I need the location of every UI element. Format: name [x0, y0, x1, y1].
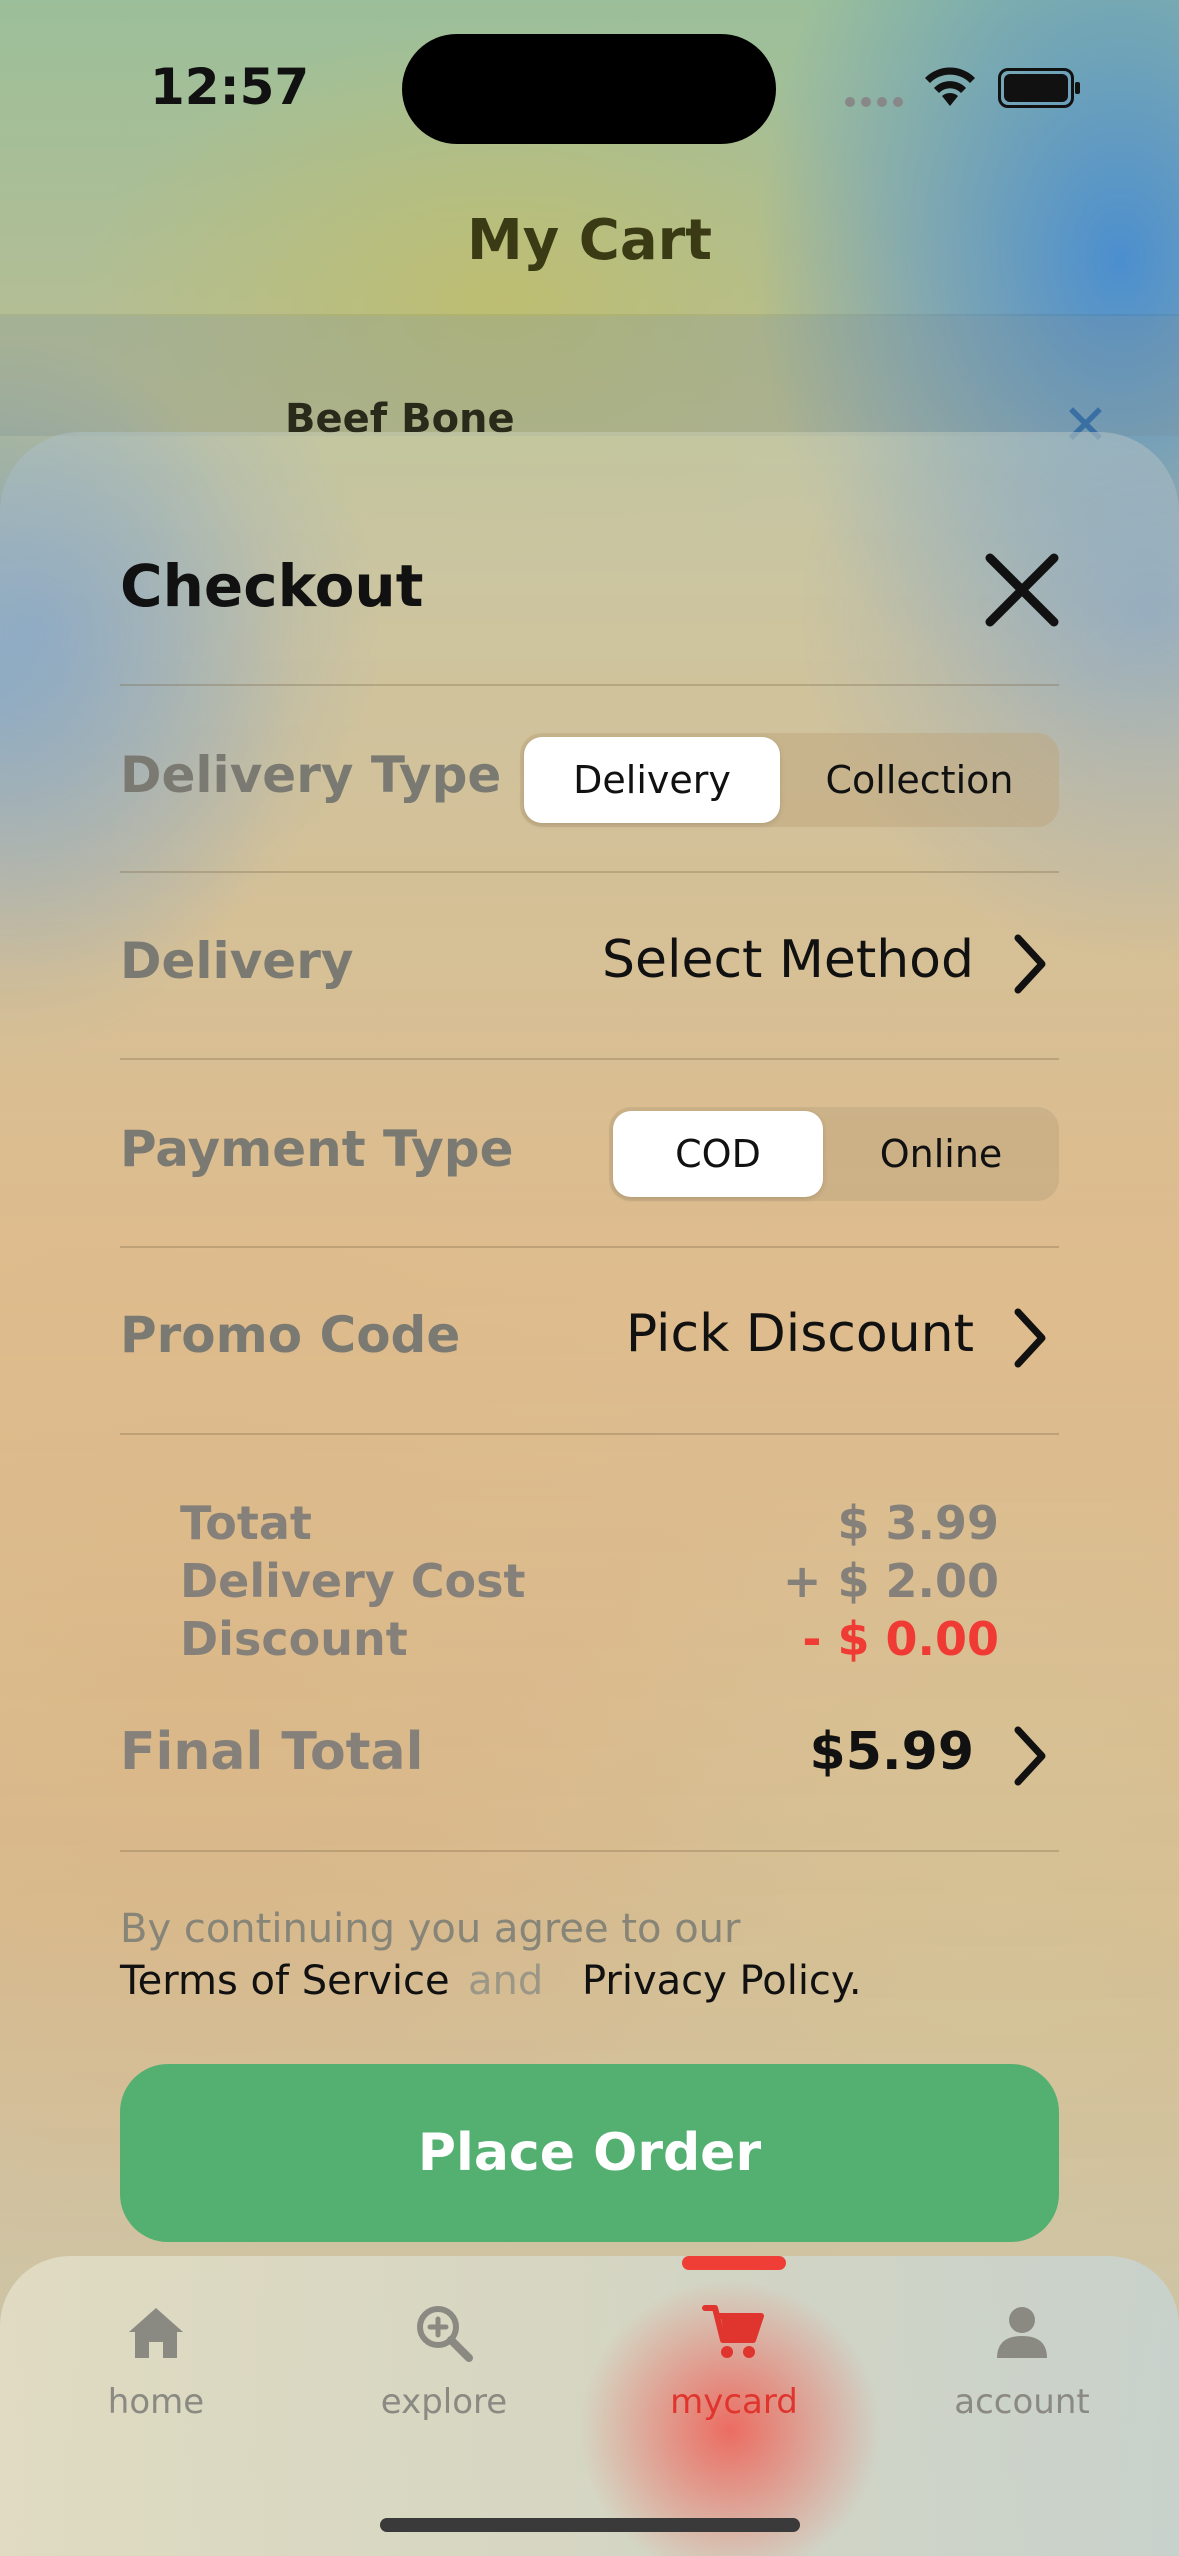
home-icon — [129, 2308, 183, 2358]
delivery-method-select[interactable]: Select Method — [602, 930, 974, 990]
checkout-title: Checkout — [120, 552, 424, 620]
divider — [120, 1246, 1059, 1248]
home-indicator — [380, 2518, 800, 2532]
delivery-type-option-collection[interactable]: Collection — [784, 737, 1055, 823]
wifi-icon — [925, 67, 975, 106]
page-title: My Cart — [467, 208, 712, 273]
tab-explore[interactable]: explore — [324, 2300, 564, 2422]
total-label: Totat — [180, 1496, 312, 1550]
divider — [120, 871, 1059, 873]
divider — [120, 1850, 1059, 1852]
delivery-label: Delivery — [120, 932, 354, 990]
chevron-right-icon[interactable] — [1010, 1306, 1050, 1370]
terms-and-text: and — [468, 1958, 544, 2004]
divider — [120, 1058, 1059, 1060]
tab-mycard[interactable]: mycard — [614, 2300, 854, 2422]
chevron-right-icon[interactable] — [1010, 932, 1050, 996]
final-total-value[interactable]: $5.99 — [810, 1722, 974, 1782]
chevron-right-icon[interactable] — [1010, 1724, 1050, 1788]
divider — [120, 684, 1059, 686]
tab-account[interactable]: account — [902, 2300, 1142, 2422]
tab-account-label: account — [954, 2382, 1090, 2422]
place-order-button[interactable]: Place Order — [120, 2064, 1059, 2242]
payment-type-label: Payment Type — [120, 1120, 514, 1178]
delivery-cost-label: Delivery Cost — [180, 1554, 526, 1608]
final-total-label: Final Total — [120, 1722, 424, 1782]
cellular-signal-icon — [845, 92, 909, 111]
cart-list-background — [0, 316, 1179, 436]
tab-explore-label: explore — [380, 2382, 508, 2422]
active-tab-indicator — [682, 2256, 786, 2270]
delivery-type-label: Delivery Type — [120, 746, 502, 804]
status-bar: 12:57 — [0, 0, 1179, 180]
delivery-type-option-delivery[interactable]: Delivery — [524, 737, 780, 823]
explore-icon — [417, 2306, 473, 2362]
tab-home-label: home — [107, 2382, 205, 2422]
delivery-type-segmented-control: Delivery Collection — [520, 733, 1059, 827]
account-icon — [997, 2307, 1047, 2358]
payment-type-segmented-control: COD Online — [609, 1107, 1059, 1201]
tab-mycard-label: mycard — [670, 2382, 798, 2422]
total-value: $ 3.99 — [837, 1496, 999, 1550]
divider — [120, 1433, 1059, 1435]
dynamic-island — [402, 34, 776, 144]
privacy-policy-link[interactable]: Privacy Policy. — [582, 1958, 862, 2004]
tab-home[interactable]: home — [36, 2300, 276, 2422]
cart-icon — [702, 2305, 764, 2358]
status-time: 12:57 — [150, 58, 310, 116]
close-icon[interactable] — [982, 550, 1062, 630]
promo-code-label: Promo Code — [120, 1306, 461, 1364]
terms-of-service-link[interactable]: Terms of Service — [120, 1958, 450, 2004]
delivery-cost-value: + $ 2.00 — [782, 1554, 999, 1608]
discount-value: - $ 0.00 — [802, 1612, 999, 1666]
battery-icon — [998, 68, 1080, 108]
promo-code-select[interactable]: Pick Discount — [626, 1304, 974, 1364]
discount-label: Discount — [180, 1612, 408, 1666]
payment-type-option-online[interactable]: Online — [827, 1111, 1055, 1197]
terms-intro-text: By continuing you agree to our — [120, 1906, 741, 1952]
payment-type-option-cod[interactable]: COD — [613, 1111, 823, 1197]
